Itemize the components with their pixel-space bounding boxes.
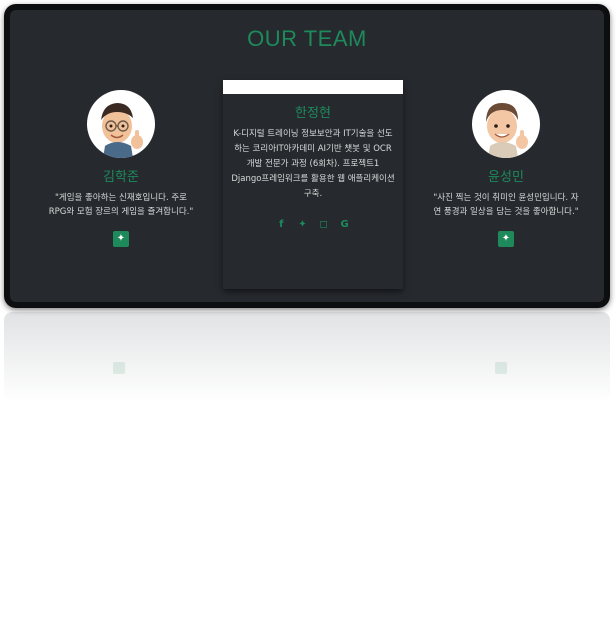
instagram-icon[interactable]: ◻: [318, 219, 330, 231]
member-more-button[interactable]: ✦: [498, 231, 514, 247]
social-links: f ✦ ◻ G: [223, 212, 403, 231]
member-quote: "사진 찍는 것이 취미인 윤성민입니다. 자연 풍경과 일상을 담는 것을 좋…: [433, 193, 579, 217]
plus-icon: ✦: [501, 233, 511, 244]
member-name: 윤성민: [488, 170, 524, 185]
member-quote: "게임을 좋아하는 신재호입니다. 주로 RPG와 모험 장르의 게임을 즐겨합…: [48, 193, 194, 217]
member-more-button[interactable]: ✦: [113, 231, 129, 247]
section-title: OUR TEAM: [247, 26, 367, 51]
facebook-icon[interactable]: f: [275, 219, 287, 231]
member-card-right: 윤성민 "사진 찍는 것이 취미인 윤성민입니다. 자연 풍경과 일상을 담는 …: [431, 90, 581, 247]
reflection-button-icon: [495, 362, 507, 374]
google-icon[interactable]: G: [339, 219, 351, 231]
memoji-avatar-icon: [486, 103, 528, 158]
team-section: OUR TEAM 김학준 "게임을 좋아하는 신재호입니다. 주로 RPG와 모…: [10, 10, 604, 302]
twitter-icon[interactable]: ✦: [296, 219, 308, 231]
member-name: 김학준: [103, 170, 139, 185]
device-frame: OUR TEAM 김학준 "게임을 좋아하는 신재호입니다. 주로 RPG와 모…: [4, 4, 610, 308]
member-description: K-디지털 트레이닝 정보보안과 IT기술을 선도하는 코리아IT아카데미 AI…: [231, 129, 395, 199]
frame-reflection: [4, 312, 610, 402]
avatar: [87, 90, 155, 158]
member-name: 한정현: [295, 106, 331, 121]
member-card-left: 김학준 "게임을 좋아하는 신재호입니다. 주로 RPG와 모험 장르의 게임을…: [46, 90, 196, 247]
avatar: [472, 90, 540, 158]
memoji-avatar-icon: [101, 103, 143, 158]
plus-icon: ✦: [116, 233, 126, 244]
member-card-center: 한정현 K-디지털 트레이닝 정보보안과 IT기술을 선도하는 코리아IT아카데…: [223, 80, 403, 289]
reflection-button-icon: [113, 362, 125, 374]
